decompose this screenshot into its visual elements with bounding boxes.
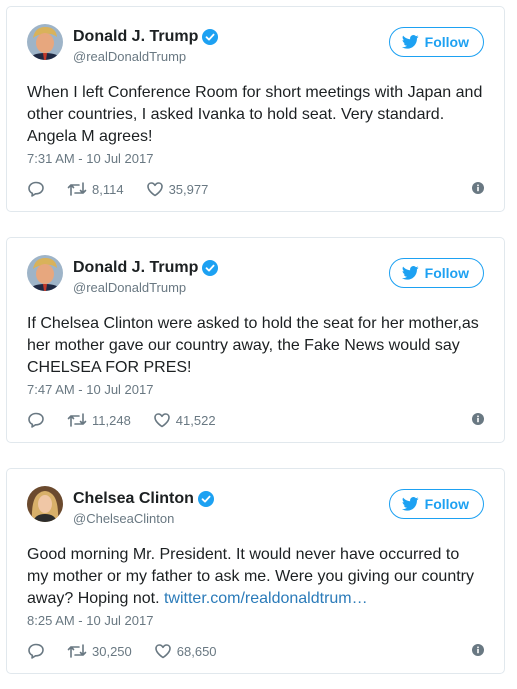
tweet-card: Donald J. Trump @realDonaldTrump Follow … <box>6 6 505 212</box>
twitter-bird-icon <box>401 266 419 280</box>
like-button[interactable]: 68,650 <box>154 642 217 660</box>
follow-label: Follow <box>424 265 469 281</box>
display-name[interactable]: Donald J. Trump <box>73 259 219 277</box>
avatar[interactable] <box>27 24 63 60</box>
user-handle[interactable]: @realDonaldTrump <box>73 280 186 295</box>
follow-button[interactable]: Follow <box>388 27 484 57</box>
reply-button[interactable] <box>27 411 45 429</box>
follow-button[interactable]: Follow <box>388 489 484 519</box>
retweet-button[interactable]: 8,114 <box>67 180 124 198</box>
tweet-actions: 11,248 41,522 <box>27 410 484 430</box>
info-button[interactable] <box>472 181 484 197</box>
info-icon <box>472 412 484 425</box>
like-icon <box>146 182 163 197</box>
verified-icon <box>202 260 219 276</box>
user-handle[interactable]: @ChelseaClinton <box>73 511 174 526</box>
reply-icon <box>28 181 44 197</box>
info-icon <box>472 181 484 194</box>
follow-label: Follow <box>424 496 469 512</box>
tweet-text-body: If Chelsea Clinton were asked to hold th… <box>27 315 479 376</box>
twitter-bird-icon <box>401 35 419 49</box>
display-name-text[interactable]: Chelsea Clinton <box>73 490 194 508</box>
follow-button[interactable]: Follow <box>388 258 484 288</box>
like-count: 68,650 <box>176 643 217 659</box>
display-name[interactable]: Donald J. Trump <box>73 28 219 46</box>
tweet-timestamp[interactable]: 7:47 AM - 10 Jul 2017 <box>27 382 153 397</box>
display-name[interactable]: Chelsea Clinton <box>73 490 214 508</box>
retweet-count: 30,250 <box>92 643 132 659</box>
tweet-text: If Chelsea Clinton were asked to hold th… <box>27 313 484 379</box>
tweet-card: Donald J. Trump @realDonaldTrump Follow … <box>6 237 505 443</box>
avatar[interactable] <box>27 255 63 291</box>
like-count: 41,522 <box>175 412 216 428</box>
verified-icon <box>197 491 214 507</box>
tweet-actions: 30,250 68,650 <box>27 641 484 661</box>
verified-icon <box>202 29 219 45</box>
retweet-icon <box>67 413 87 427</box>
reply-button[interactable] <box>27 642 45 660</box>
retweet-count: 11,248 <box>92 412 131 428</box>
retweet-icon <box>67 644 87 658</box>
display-name-text[interactable]: Donald J. Trump <box>73 28 198 46</box>
tweet-text: Good morning Mr. President. It would nev… <box>27 544 484 610</box>
twitter-bird-icon <box>401 497 419 511</box>
tweet-actions: 8,114 35,977 <box>27 179 484 199</box>
retweet-button[interactable]: 11,248 <box>67 411 131 429</box>
tweet-link[interactable]: twitter.com/realdonaldtrum… <box>164 590 368 607</box>
info-icon <box>472 643 484 656</box>
retweet-count: 8,114 <box>92 181 124 197</box>
like-icon <box>153 413 170 428</box>
like-button[interactable]: 35,977 <box>146 180 209 198</box>
follow-label: Follow <box>424 34 469 50</box>
tweet-timestamp[interactable]: 8:25 AM - 10 Jul 2017 <box>27 613 153 628</box>
user-handle[interactable]: @realDonaldTrump <box>73 49 186 64</box>
like-icon <box>154 644 171 659</box>
reply-button[interactable] <box>27 180 45 198</box>
info-button[interactable] <box>472 643 484 659</box>
reply-icon <box>28 643 44 659</box>
tweet-text: When I left Conference Room for short me… <box>27 82 484 148</box>
tweet-card: Chelsea Clinton @ChelseaClinton Follow G… <box>6 468 505 674</box>
reply-icon <box>28 412 44 428</box>
retweet-icon <box>67 182 87 196</box>
like-count: 35,977 <box>168 181 209 197</box>
display-name-text[interactable]: Donald J. Trump <box>73 259 198 277</box>
avatar[interactable] <box>27 486 63 522</box>
like-button[interactable]: 41,522 <box>153 411 216 429</box>
info-button[interactable] <box>472 412 484 428</box>
tweet-timestamp[interactable]: 7:31 AM - 10 Jul 2017 <box>27 151 153 166</box>
retweet-button[interactable]: 30,250 <box>67 642 132 660</box>
tweet-text-body: When I left Conference Room for short me… <box>27 84 483 145</box>
